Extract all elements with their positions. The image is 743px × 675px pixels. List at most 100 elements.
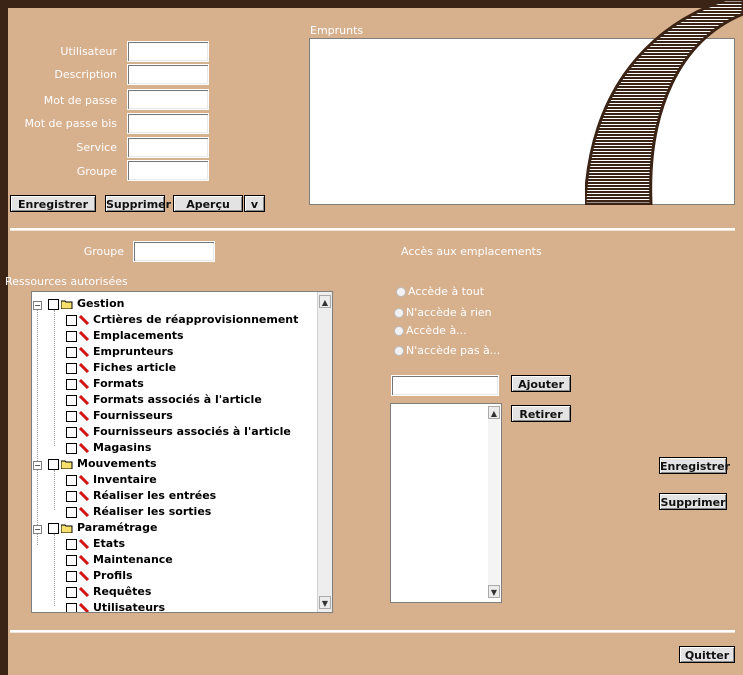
- checkbox-icon[interactable]: [66, 426, 77, 438]
- collapse-parametrage-icon[interactable]: −: [33, 525, 42, 534]
- checkbox-icon[interactable]: [48, 522, 59, 534]
- checkbox-icon[interactable]: [66, 378, 77, 390]
- radio-access-all[interactable]: Accède à tout: [396, 285, 484, 299]
- pencil-icon: [79, 363, 90, 373]
- scroll-up-icon[interactable]: ▲: [488, 406, 500, 419]
- tree-scrollbar[interactable]: ▲ ▼: [317, 292, 332, 612]
- checkbox-icon[interactable]: [66, 346, 77, 358]
- pencil-icon: [79, 443, 90, 453]
- tree-item[interactable]: Inventaire: [66, 473, 157, 487]
- locations-scrollbar[interactable]: ▲ ▼: [488, 406, 500, 598]
- radio-icon[interactable]: [394, 346, 404, 356]
- save-user-button[interactable]: Enregistrer: [10, 195, 96, 212]
- locations-list[interactable]: ▲ ▼: [390, 403, 502, 603]
- tree-item[interactable]: Fournisseurs: [66, 409, 173, 423]
- tree-line: [54, 470, 55, 510]
- checkbox-icon[interactable]: [66, 538, 77, 550]
- checkbox-icon[interactable]: [66, 602, 77, 612]
- tree-label: Etats: [93, 537, 126, 550]
- quit-button[interactable]: Quitter: [679, 646, 735, 663]
- radio-access-to[interactable]: Accède à...: [394, 324, 467, 338]
- preview-button[interactable]: Aperçu: [173, 195, 243, 212]
- pencil-icon: [79, 395, 90, 405]
- location-input[interactable]: [391, 375, 499, 396]
- checkbox-icon[interactable]: [66, 586, 77, 598]
- save-group-button[interactable]: Enregistrer: [659, 457, 730, 474]
- checkbox-icon[interactable]: [66, 330, 77, 342]
- tree-item[interactable]: Utilisateurs: [66, 601, 165, 613]
- window-frame-left: [0, 0, 8, 675]
- radio-icon[interactable]: [394, 326, 404, 336]
- checkbox-icon[interactable]: [66, 410, 77, 422]
- description-input[interactable]: [127, 64, 209, 85]
- service-input[interactable]: [127, 137, 209, 158]
- tree-item[interactable]: Réaliser les sorties: [66, 505, 211, 519]
- radio-label: N'accède à rien: [406, 306, 492, 319]
- tree-item[interactable]: Réaliser les entrées: [66, 489, 216, 503]
- radio-access-none[interactable]: N'accède à rien: [394, 306, 492, 320]
- group-section-input[interactable]: [133, 241, 215, 262]
- scroll-down-icon[interactable]: ▼: [488, 585, 500, 598]
- checkbox-icon[interactable]: [66, 490, 77, 502]
- pencil-icon: [79, 555, 90, 565]
- password-confirm-input[interactable]: [127, 113, 209, 134]
- pencil-icon: [79, 347, 90, 357]
- resources-tree[interactable]: − Gestion Crtières de réapprovisionnemen…: [31, 291, 333, 613]
- tree-label: Utilisateurs: [93, 601, 165, 613]
- tree-item[interactable]: Etats: [66, 537, 125, 551]
- tree-label: Formats: [93, 377, 144, 390]
- group-input[interactable]: [127, 160, 209, 181]
- radio-icon[interactable]: [394, 308, 404, 318]
- tree-item[interactable]: Formats associés à l'article: [66, 393, 262, 407]
- tree-folder-mouvements[interactable]: Mouvements: [48, 457, 157, 471]
- collapse-gestion-icon[interactable]: −: [33, 301, 42, 310]
- user-input[interactable]: [127, 41, 209, 62]
- tree-folder-gestion[interactable]: Gestion: [48, 297, 124, 311]
- tree-item[interactable]: Fiches article: [66, 361, 176, 375]
- checkbox-icon[interactable]: [66, 554, 77, 566]
- tree-item[interactable]: Maintenance: [66, 553, 173, 567]
- delete-user-button[interactable]: Supprimer: [105, 195, 171, 212]
- checkbox-icon[interactable]: [66, 362, 77, 374]
- radio-label: N'accède pas à...: [406, 344, 501, 357]
- scroll-up-icon[interactable]: ▲: [319, 295, 331, 308]
- app-window: Utilisateur Description Mot de passe Mot…: [0, 0, 743, 675]
- pencil-icon: [79, 539, 90, 549]
- collapse-mouvements-icon[interactable]: −: [33, 461, 42, 470]
- delete-group-button[interactable]: Supprimer: [659, 493, 727, 510]
- checkbox-icon[interactable]: [66, 474, 77, 486]
- checkbox-icon[interactable]: [66, 314, 77, 326]
- scroll-down-icon[interactable]: ▼: [319, 596, 331, 609]
- tree-folder-parametrage[interactable]: Paramétrage: [48, 521, 157, 535]
- preview-dropdown-button[interactable]: v: [244, 195, 265, 212]
- user-label: Utilisateur: [60, 45, 117, 58]
- remove-location-button[interactable]: Retirer: [511, 405, 571, 422]
- folder-open-icon: [61, 524, 73, 533]
- tree-label: Inventaire: [93, 473, 157, 486]
- checkbox-icon[interactable]: [66, 394, 77, 406]
- tree-item[interactable]: Magasins: [66, 441, 151, 455]
- password-input[interactable]: [127, 89, 209, 110]
- tree-label: Réaliser les sorties: [93, 505, 212, 518]
- tree-item[interactable]: Profils: [66, 569, 133, 583]
- checkbox-icon[interactable]: [66, 570, 77, 582]
- tree-label: Formats associés à l'article: [93, 393, 262, 406]
- tree-item[interactable]: Emprunteurs: [66, 345, 173, 359]
- tree-line: [54, 310, 55, 446]
- radio-icon[interactable]: [396, 287, 406, 297]
- section-separator: [10, 228, 735, 231]
- checkbox-icon[interactable]: [66, 442, 77, 454]
- tree-item[interactable]: Requêtes: [66, 585, 151, 599]
- add-location-button[interactable]: Ajouter: [511, 375, 571, 392]
- checkbox-icon[interactable]: [66, 506, 77, 518]
- folder-open-icon: [61, 300, 73, 309]
- radio-access-not-to[interactable]: N'accède pas à...: [394, 344, 500, 358]
- checkbox-icon[interactable]: [48, 458, 59, 470]
- checkbox-icon[interactable]: [48, 298, 59, 310]
- tree-item[interactable]: Formats: [66, 377, 144, 391]
- group-section-label: Groupe: [83, 245, 124, 258]
- tree-item[interactable]: Fournisseurs associés à l'article: [66, 425, 291, 439]
- folder-open-icon: [61, 460, 73, 469]
- tree-item[interactable]: Emplacements: [66, 329, 184, 343]
- tree-item[interactable]: Crtières de réapprovisionnement: [66, 313, 298, 327]
